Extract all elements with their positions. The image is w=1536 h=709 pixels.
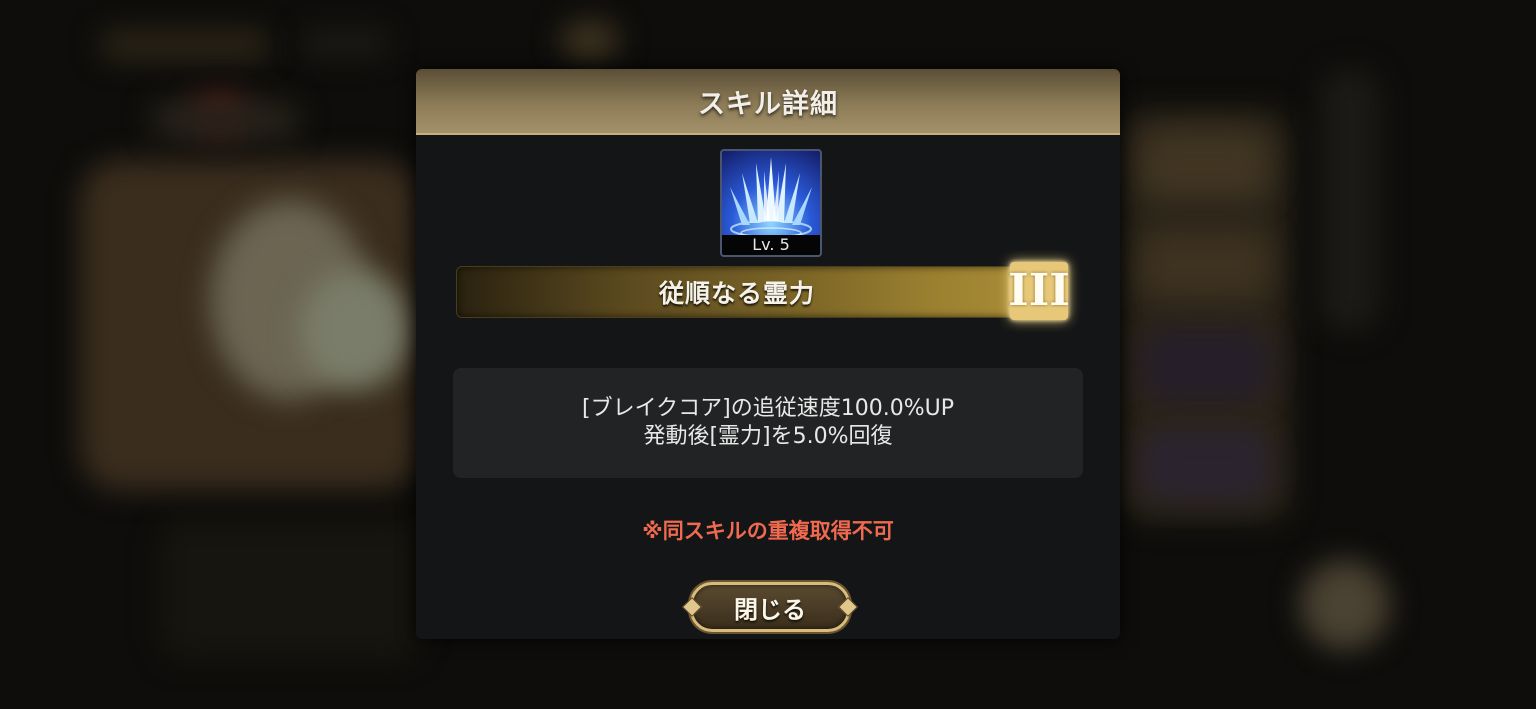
duplicate-warning-text: ※同スキルの重複取得不可 [642,519,894,543]
skill-description-box: [ブレイクコア]の追従速度100.0%UP 発動後[霊力]を5.0%回復 [453,368,1083,478]
dialog-header: スキル詳細 [416,69,1120,135]
dialog-title: スキル詳細 [698,88,838,120]
ice-spikes-icon: Lv. 5 [720,149,822,257]
skill-name-banner: 従順なる霊力 [456,266,1018,318]
close-button-label: 閉じる [734,595,806,624]
description-line-1: [ブレイクコア]の追従速度100.0%UP [582,396,954,421]
ornament-right-icon [838,597,858,617]
skill-level-label: Lv. 5 [722,235,820,255]
close-button[interactable]: 閉じる [682,582,858,632]
skill-name: 従順なる霊力 [658,279,815,308]
rank-emblem-label: III [1008,265,1070,316]
description-line-2: 発動後[霊力]を5.0%回復 [643,424,893,449]
ornament-left-icon [682,597,702,617]
rank-emblem: III [1008,262,1070,320]
skill-detail-dialog: スキル詳細 Lv. 5 従順なる霊力 III [ブレイクコア]の追従速度100.… [416,69,1120,639]
